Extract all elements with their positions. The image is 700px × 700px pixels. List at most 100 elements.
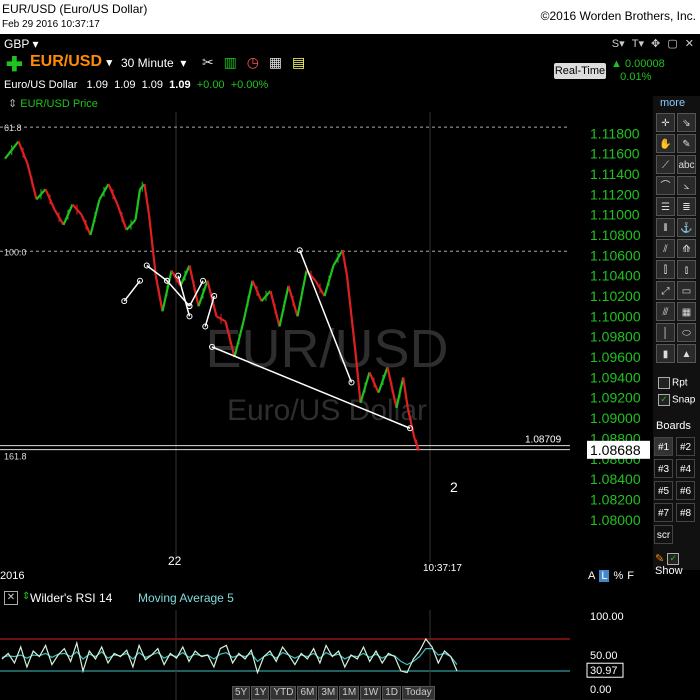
drawing-tool-icon[interactable]: ☰ bbox=[656, 197, 675, 216]
scale-log[interactable]: L bbox=[599, 570, 610, 582]
drawing-tool-icon[interactable]: ⌒ bbox=[656, 176, 675, 195]
close-pane-icon[interactable]: ✕ bbox=[4, 591, 18, 605]
s-menu-icon[interactable]: S▾ bbox=[612, 37, 625, 50]
drawing-tool-icon[interactable]: abc bbox=[677, 155, 696, 174]
drawing-tool-icon[interactable]: ⟋ bbox=[656, 155, 675, 174]
drawing-tool-icon[interactable]: ⤢ bbox=[656, 281, 675, 300]
y-tick-label: 1.10000 bbox=[590, 308, 641, 324]
price-pane-label: ⇕ EUR/USD Price bbox=[8, 98, 98, 110]
drawing-tool-icon[interactable]: ▮ bbox=[656, 344, 675, 363]
range-1m[interactable]: 1M bbox=[339, 686, 360, 700]
drawing-tool-icon[interactable]: ⬭ bbox=[677, 323, 696, 342]
rsi-ma-line bbox=[1, 648, 458, 666]
drawing-tool-icon[interactable]: ⇘ bbox=[677, 113, 696, 132]
scale-controls: A L% F bbox=[588, 570, 638, 582]
board-button[interactable]: #5 bbox=[654, 481, 673, 500]
clock-icon[interactable]: ◷ bbox=[247, 54, 259, 70]
symbol-selector[interactable]: EUR/USD ▾ bbox=[30, 53, 112, 71]
drawing-tool-icon[interactable]: ▦ bbox=[677, 302, 696, 321]
date-label-time: 10:37:17 bbox=[423, 563, 462, 574]
board-button[interactable]: #6 bbox=[676, 481, 695, 500]
drawing-tool-icon[interactable]: ✋ bbox=[656, 134, 675, 153]
line-value-label: 1.08709 bbox=[525, 435, 562, 446]
more-link[interactable]: more bbox=[660, 97, 685, 109]
board-button[interactable]: scr bbox=[654, 525, 673, 544]
rsi-ma-label: Moving Average 5 bbox=[138, 591, 234, 605]
y-tick-label: 1.11000 bbox=[590, 207, 640, 223]
add-icon[interactable]: ✚ bbox=[6, 52, 23, 77]
drawing-tool-icon[interactable]: ⦣ bbox=[677, 176, 696, 195]
repeat-toggle[interactable]: Rpt bbox=[658, 377, 688, 389]
scale-percent[interactable]: % bbox=[613, 570, 623, 582]
watermark-name: Euro/US Dollar bbox=[227, 394, 427, 427]
drawing-tool-icon[interactable]: ⚓ bbox=[677, 218, 696, 237]
board-button[interactable]: #8 bbox=[676, 503, 695, 522]
scale-fit[interactable]: F bbox=[627, 570, 634, 582]
show-toggle[interactable]: ✎ ✓Show bbox=[655, 552, 700, 577]
board-button[interactable]: #2 bbox=[676, 437, 695, 456]
maximize-icon[interactable]: ▢ bbox=[667, 37, 677, 50]
range-6m[interactable]: 6M bbox=[297, 686, 318, 700]
window-controls: S▾ T▾ ✥ ▢ ✕ bbox=[608, 37, 694, 50]
date-label-year: 2016 bbox=[0, 570, 24, 582]
current-price-text: 1.08688 bbox=[590, 442, 641, 458]
range-3m[interactable]: 3M bbox=[318, 686, 339, 700]
quote-name: Euro/US Dollar bbox=[4, 79, 78, 91]
quote-close: 1.09 bbox=[169, 79, 191, 91]
t-menu-icon[interactable]: T▾ bbox=[632, 37, 644, 50]
y-tick-label: 1.09800 bbox=[590, 329, 641, 345]
trendline-anchor bbox=[200, 277, 206, 284]
rsi-current-text: 30.97 bbox=[590, 665, 618, 677]
move-icon[interactable]: ✥ bbox=[651, 37, 660, 50]
date-label-day: 22 bbox=[168, 554, 182, 568]
y-tick-label: 1.10600 bbox=[590, 247, 641, 263]
quote-open: 1.09 bbox=[86, 79, 108, 91]
drawing-tool-icon[interactable]: ✎ bbox=[677, 134, 696, 153]
drawing-tool-icon[interactable]: ⫻ bbox=[656, 302, 675, 321]
grid-icon[interactable]: ▦ bbox=[269, 54, 282, 70]
tools-icon[interactable]: ✂ bbox=[202, 54, 214, 70]
board-button[interactable]: #3 bbox=[654, 459, 673, 478]
drawing-tool-icon[interactable]: ▭ bbox=[677, 281, 696, 300]
interval-selector[interactable]: 30 Minute ▾ bbox=[121, 56, 186, 70]
range-1y[interactable]: 1Y bbox=[251, 686, 270, 700]
quote-change: +0.00 bbox=[196, 79, 225, 91]
price-chart[interactable]: EUR/USDEuro/US Dollar1.118001.116001.114… bbox=[0, 112, 653, 588]
range-1w[interactable]: 1W bbox=[360, 686, 382, 700]
snap-toggle[interactable]: ✓ Snap bbox=[658, 394, 695, 406]
quote-change-pct: +0.00% bbox=[230, 79, 269, 91]
watchlist-selector[interactable]: GBP ▾ bbox=[4, 37, 38, 51]
board-button[interactable]: #7 bbox=[654, 503, 673, 522]
drawing-tool-icon[interactable]: │ bbox=[656, 323, 675, 342]
range-today[interactable]: Today bbox=[401, 686, 435, 700]
note-icon[interactable]: ▤ bbox=[292, 54, 305, 70]
board-button[interactable]: #1 bbox=[654, 437, 673, 456]
fib-label: 161.8 bbox=[4, 452, 27, 462]
scale-auto[interactable]: A bbox=[588, 570, 595, 582]
bar-chart-icon[interactable]: ▥ bbox=[224, 54, 237, 70]
drawing-tool-icon[interactable]: ⫽ bbox=[656, 239, 675, 258]
drawing-tool-icon[interactable]: ⟰ bbox=[677, 239, 696, 258]
y-tick-label: 1.11600 bbox=[590, 146, 640, 162]
range-5y[interactable]: 5Y bbox=[232, 686, 251, 700]
drawing-tool-icon[interactable]: ▲ bbox=[677, 344, 696, 363]
wave-label: 2 bbox=[450, 479, 458, 495]
drawing-tool-icon[interactable]: ⫴ bbox=[656, 218, 675, 237]
trendline-anchor bbox=[137, 277, 143, 284]
y-tick-label: 1.09200 bbox=[590, 390, 641, 406]
range-1d[interactable]: 1D bbox=[382, 686, 401, 700]
quote-line: Euro/US Dollar 1.09 1.09 1.09 1.09 +0.00… bbox=[4, 79, 268, 91]
board-button[interactable]: #4 bbox=[676, 459, 695, 478]
realtime-button[interactable]: Real-Time bbox=[554, 63, 606, 79]
close-icon[interactable]: ✕ bbox=[685, 37, 694, 50]
window-title: EUR/USD (Euro/US Dollar) bbox=[2, 2, 148, 16]
drawing-tool-icon[interactable]: ≣ bbox=[677, 197, 696, 216]
fib-label: 61.8 bbox=[4, 123, 22, 133]
drawing-tool-icon[interactable]: ⫿ bbox=[656, 260, 675, 279]
range-ytd[interactable]: YTD bbox=[270, 686, 297, 700]
window-datetime: Feb 29 2016 10:37:17 bbox=[2, 19, 100, 30]
boards-label: Boards bbox=[656, 420, 691, 432]
drawing-tool-icon[interactable]: ✛ bbox=[656, 113, 675, 132]
y-tick-label: 1.10200 bbox=[590, 288, 641, 304]
drawing-tool-icon[interactable]: ⫾ bbox=[677, 260, 696, 279]
